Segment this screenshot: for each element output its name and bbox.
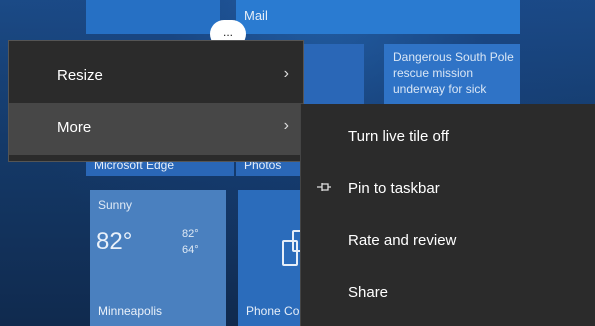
weather-high: 82° (182, 228, 199, 240)
menu-item-pin-to-taskbar[interactable]: Pin to taskbar (301, 166, 595, 218)
menu-item-resize[interactable]: Resize › (9, 51, 303, 103)
tile-news-headline: Dangerous South Pole rescue mission unde… (393, 50, 514, 96)
menu-item-rate-and-review[interactable]: Rate and review (301, 218, 595, 270)
weather-low: 64° (182, 244, 199, 256)
weather-condition: Sunny (98, 198, 133, 212)
tile-weather[interactable]: Sunny 82° 82° 64° Minneapolis (90, 190, 226, 326)
menu-item-label: Pin to taskbar (348, 180, 440, 197)
menu-item-share[interactable]: Share (301, 270, 595, 322)
start-menu-background: Mail Dangerous South Pole rescue mission… (0, 0, 595, 326)
menu-item-more[interactable]: More › (9, 103, 303, 155)
menu-item-turn-live-tile-off[interactable]: Turn live tile off (301, 114, 595, 166)
menu-item-label: Share (348, 284, 389, 301)
tile-phone-label: Phone Co (246, 304, 300, 318)
chevron-right-icon: › (283, 65, 289, 82)
weather-city: Minneapolis (98, 304, 163, 318)
pin-icon (316, 180, 332, 197)
menu-item-label: Turn live tile off (348, 128, 449, 145)
submenu-more: Turn live tile off Pin to taskbar Rate a… (300, 104, 595, 326)
menu-item-label: More (57, 119, 92, 136)
menu-item-label: Resize (57, 67, 103, 84)
chevron-right-icon: › (283, 117, 289, 134)
context-menu: Resize › More › (8, 40, 304, 162)
weather-temperature: 82° (96, 228, 133, 255)
tile-mail[interactable]: Mail (236, 0, 520, 34)
tile-top-left[interactable] (86, 0, 220, 34)
tile-mail-label: Mail (244, 8, 268, 23)
phone-icon (282, 240, 298, 266)
menu-item-label: Rate and review (348, 232, 457, 249)
